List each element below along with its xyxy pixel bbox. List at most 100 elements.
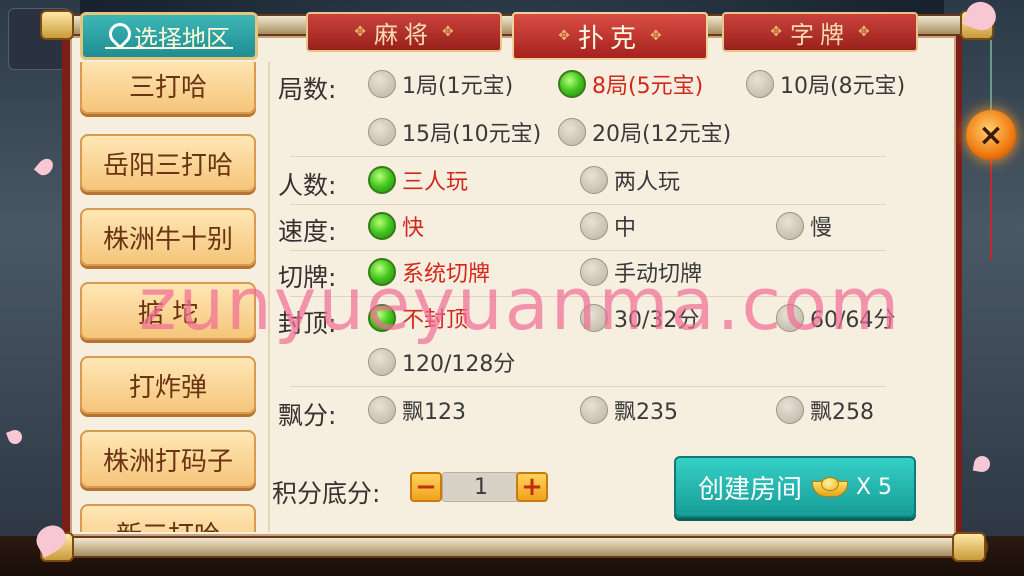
float-option-258[interactable]: 飘258 — [776, 394, 874, 426]
decrement-button[interactable]: − — [410, 472, 442, 502]
minus-icon: − — [415, 472, 437, 502]
speed-option-slow[interactable]: 慢 — [776, 210, 832, 242]
game-item-label: 三打哈 — [128, 72, 207, 103]
speed-label: 速度: — [278, 217, 337, 246]
option-label: 120/128分 — [402, 352, 516, 377]
speed-option-medium[interactable]: 中 — [580, 210, 636, 242]
radio-icon — [746, 70, 774, 98]
radio-selected-icon — [558, 70, 586, 98]
game-item[interactable]: 掂 坨 — [80, 282, 256, 340]
tab-poker[interactable]: ✥ 扑克 ✥ — [512, 12, 708, 60]
radio-icon — [580, 396, 608, 424]
scroll-cap-left-top — [40, 10, 74, 40]
radio-selected-icon — [368, 212, 396, 240]
option-label: 10局(8元宝) — [780, 74, 906, 99]
players-option-two[interactable]: 两人玩 — [580, 164, 680, 196]
rounds-option-10[interactable]: 10局(8元宝) — [746, 68, 905, 100]
radio-icon — [558, 118, 586, 146]
cost-multiplier: X 5 — [855, 474, 893, 500]
game-item[interactable]: 株洲打码子 — [80, 430, 256, 488]
players-label: 人数: — [278, 171, 337, 200]
rounds-option-15[interactable]: 15局(10元宝) — [368, 116, 541, 148]
game-item-label: 打炸弹 — [128, 372, 207, 403]
hanging-tassel — [990, 160, 992, 260]
cut-option-system[interactable]: 系统切牌 — [368, 256, 490, 288]
rounds-option-20[interactable]: 20局(12元宝) — [558, 116, 731, 148]
float-option-123[interactable]: 飘123 — [368, 394, 466, 426]
hanging-cord — [990, 40, 992, 110]
game-item-label: 掂 坨 — [137, 298, 199, 329]
option-label: 快 — [402, 216, 425, 241]
tab-mahjong[interactable]: ✥ 麻将 ✥ — [306, 12, 502, 52]
option-label: 60/64分 — [810, 308, 896, 333]
plus-icon: + — [521, 472, 543, 502]
cap-option-120[interactable]: 120/128分 — [368, 346, 515, 378]
cap-label: 封顶: — [278, 309, 337, 338]
tab-label: 扑克 — [577, 23, 642, 54]
cap-option-none[interactable]: 不封顶 — [368, 302, 468, 334]
cut-option-manual[interactable]: 手动切牌 — [580, 256, 702, 288]
option-label: 1局(1元宝) — [402, 74, 514, 99]
base-score-label: 积分底分: — [272, 479, 381, 508]
option-label: 8局(5元宝) — [592, 74, 704, 99]
select-region-button[interactable]: 选择地区 — [80, 12, 258, 60]
option-label: 飘235 — [614, 400, 678, 425]
create-room-label: 创建房间 — [697, 474, 802, 505]
float-label: 飘分: — [278, 401, 337, 430]
create-room-button[interactable]: 创建房间 X 5 — [674, 456, 916, 518]
tab-label: 麻将 — [374, 20, 434, 49]
option-label: 三人玩 — [402, 170, 469, 195]
rounds-option-1[interactable]: 1局(1元宝) — [368, 68, 513, 100]
scroll-cap-right-bottom — [952, 532, 986, 562]
ornament-icon: ✥ — [858, 24, 870, 40]
radio-icon — [776, 396, 804, 424]
game-item-label: 株洲打码子 — [102, 446, 233, 477]
players-option-three[interactable]: 三人玩 — [368, 164, 468, 196]
radio-icon — [368, 348, 396, 376]
speed-option-fast[interactable]: 快 — [368, 210, 424, 242]
cap-option-60[interactable]: 60/64分 — [776, 302, 895, 334]
rounds-label: 局数: — [278, 75, 337, 104]
radio-selected-icon — [368, 258, 396, 286]
option-label: 15局(10元宝) — [402, 122, 542, 147]
radio-icon — [368, 70, 396, 98]
radio-icon — [580, 304, 608, 332]
option-label: 飘258 — [810, 400, 874, 425]
float-option-235[interactable]: 飘235 — [580, 394, 678, 426]
select-region-underline — [105, 47, 233, 49]
game-item[interactable]: 岳阳三打哈 — [80, 134, 256, 192]
radio-icon — [580, 258, 608, 286]
cut-label: 切牌: — [278, 263, 337, 292]
tab-label: 字牌 — [790, 20, 850, 49]
rounds-option-8[interactable]: 8局(5元宝) — [558, 68, 703, 100]
option-label: 系统切牌 — [402, 262, 491, 287]
game-item[interactable]: 新三打哈 — [80, 504, 256, 532]
list-divider — [268, 62, 270, 532]
option-label: 慢 — [810, 216, 833, 241]
scroll-rod-bottom — [50, 536, 988, 558]
radio-icon — [580, 212, 608, 240]
option-label: 中 — [614, 216, 637, 241]
option-label: 30/32分 — [614, 308, 700, 333]
radio-icon — [776, 304, 804, 332]
game-item[interactable]: 株洲牛十别 — [80, 208, 256, 266]
ornament-icon: ✥ — [354, 24, 366, 40]
cap-option-30[interactable]: 30/32分 — [580, 302, 699, 334]
radio-icon — [776, 212, 804, 240]
increment-button[interactable]: + — [516, 472, 548, 502]
radio-selected-icon — [368, 304, 396, 332]
tab-word-cards[interactable]: ✥ 字牌 ✥ — [722, 12, 918, 52]
radio-icon — [368, 118, 396, 146]
close-button[interactable]: × — [966, 110, 1016, 160]
game-item[interactable]: 打炸弹 — [80, 356, 256, 414]
option-label: 手动切牌 — [614, 262, 703, 287]
row-divider — [290, 250, 886, 251]
option-label: 飘123 — [402, 400, 466, 425]
row-divider — [290, 156, 886, 157]
base-score-value: 1 — [442, 472, 520, 502]
ornament-icon: ✥ — [442, 24, 454, 40]
game-list[interactable]: 三打哈 岳阳三打哈 株洲牛十别 掂 坨 打炸弹 株洲打码子 新三打哈 — [74, 62, 268, 532]
game-item-label: 岳阳三打哈 — [102, 150, 233, 181]
radio-selected-icon — [368, 166, 396, 194]
game-item[interactable]: 三打哈 — [80, 62, 256, 114]
